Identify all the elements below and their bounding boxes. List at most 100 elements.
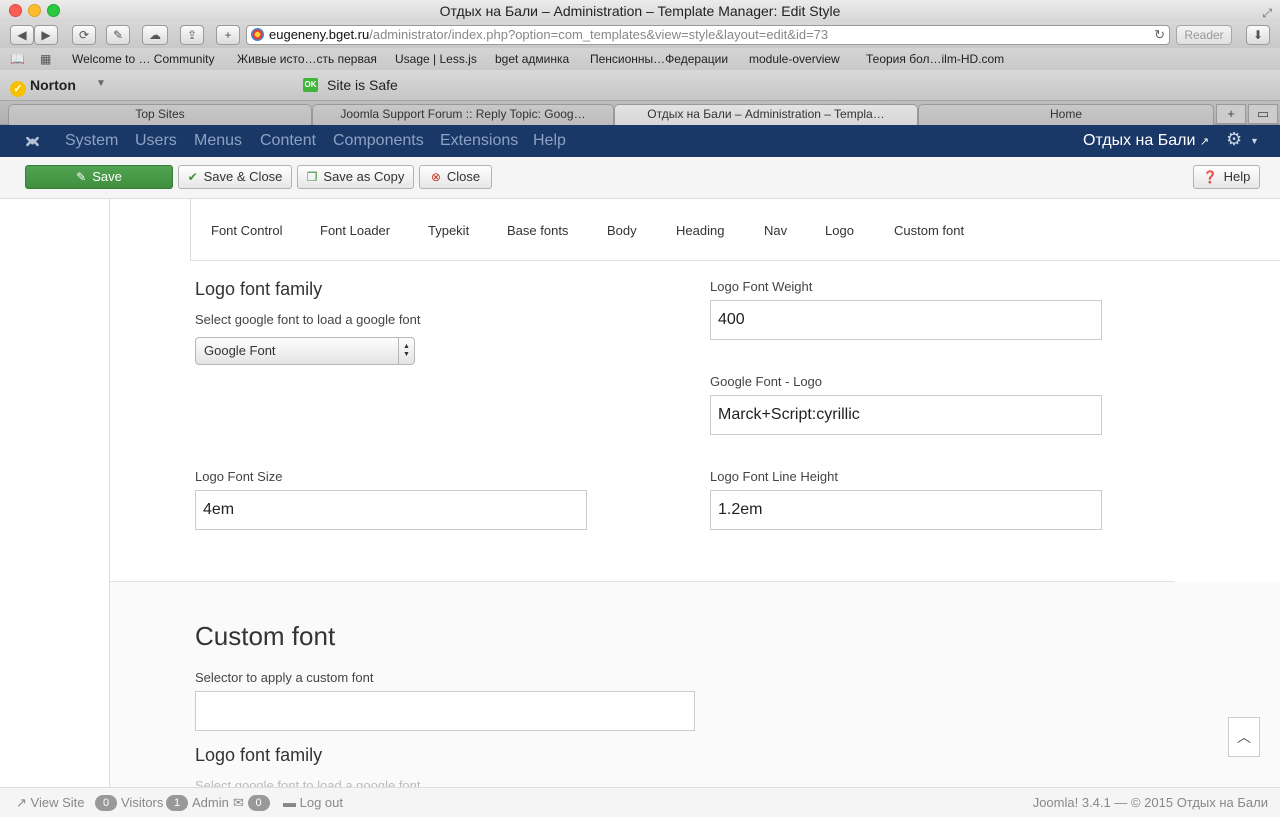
admin-indicator[interactable]: 1 Admin	[166, 788, 229, 817]
messages-count-badge: 0	[247, 795, 270, 811]
messages-indicator[interactable]: ✉ 0	[233, 788, 274, 817]
logo-family-description: Select google font to load a google font	[195, 312, 421, 327]
forward-button[interactable]: ▶	[34, 25, 58, 45]
new-tab-plus-icon[interactable]: +	[216, 25, 240, 45]
bookmark-item[interactable]: Welcome to … Community	[72, 48, 214, 70]
share-icon[interactable]: ⇪	[180, 25, 204, 45]
logo-line-height-input[interactable]: 1.2em	[710, 490, 1102, 530]
nav-extensions[interactable]: Extensions	[440, 125, 518, 157]
new-tab-icon[interactable]: +	[1216, 104, 1246, 124]
browser-tabs: Top Sites Joomla Support Forum :: Reply …	[0, 101, 1280, 125]
nav-help[interactable]: Help	[533, 125, 566, 157]
admin-navbar: System Users Menus Content Components Ex…	[0, 125, 1280, 157]
window-title-bar: Отдых на Бали – Administration – Templat…	[0, 0, 1280, 22]
nav-menus[interactable]: Menus	[194, 125, 242, 157]
logo-size-input[interactable]: 4em	[195, 490, 587, 530]
tab-nav[interactable]: Nav	[764, 199, 787, 263]
window-title: Отдых на Бали – Administration – Templat…	[439, 3, 841, 19]
tab-font-loader[interactable]: Font Loader	[320, 199, 390, 263]
visitors-indicator[interactable]: 0 Visitors	[95, 788, 163, 817]
scroll-to-top-button[interactable]: ︿	[1228, 717, 1260, 757]
action-toolbar: ✎ Save ✔ Save & Close ❐ Save as Copy ⊗ Close…	[0, 157, 1280, 199]
logo-weight-input[interactable]: 400	[710, 300, 1102, 340]
tab-font-control[interactable]: Font Control	[211, 199, 283, 263]
bookmark-item[interactable]: module-overview	[749, 48, 840, 70]
site-name-link[interactable]: Отдых на Бали ↗	[1083, 125, 1209, 158]
tab-base-fonts[interactable]: Base fonts	[507, 199, 568, 263]
site-safe-text: Site is Safe	[327, 77, 398, 93]
norton-toolbar: ✓ Norton ▼ OK Site is Safe	[0, 70, 1280, 101]
chevron-down-icon[interactable]: ▼	[1250, 136, 1259, 146]
tab-heading[interactable]: Heading	[676, 199, 724, 263]
window-zoom-button[interactable]	[47, 4, 60, 17]
google-font-logo-input[interactable]: Marck+Script:cyrillic	[710, 395, 1102, 435]
visitors-count-badge: 0	[95, 795, 117, 811]
norton-logo[interactable]: ✓ Norton	[10, 77, 76, 97]
joomla-logo-icon[interactable]	[24, 133, 41, 150]
window-close-button[interactable]	[9, 4, 22, 17]
minus-icon: ▬	[283, 795, 296, 810]
top-sites-grid-icon[interactable]: ▦	[40, 48, 51, 70]
copy-icon: ❐	[306, 170, 318, 184]
tab-custom-font[interactable]: Custom font	[894, 199, 964, 263]
browser-tab-active[interactable]: Отдых на Бали – Administration – Templa…	[614, 104, 918, 125]
save-button[interactable]: ✎ Save	[25, 165, 173, 189]
google-font-logo-label: Google Font - Logo	[710, 374, 823, 389]
address-bar[interactable]: eugeneny.bget.ru/administrator/index.php…	[246, 25, 1170, 45]
bookmark-item[interactable]: Пенсионны…Федерации	[590, 48, 728, 70]
back-button[interactable]: ◀	[10, 25, 34, 45]
save-close-button[interactable]: ✔ Save & Close	[178, 165, 292, 189]
question-icon: ❓	[1202, 170, 1218, 184]
help-button[interactable]: ❓ Help	[1193, 165, 1260, 189]
logo-family-select[interactable]: Google Font ▲ ▼	[195, 337, 415, 365]
close-circle-icon: ⊗	[430, 170, 441, 184]
nav-system[interactable]: System	[65, 125, 118, 157]
tab-overview-icon[interactable]: ▭	[1248, 104, 1278, 124]
site-favicon-icon	[251, 28, 264, 41]
norton-dropdown-icon[interactable]: ▼	[96, 78, 106, 89]
nav-content[interactable]: Content	[260, 125, 316, 157]
custom-font-heading: Custom font	[195, 621, 336, 651]
reader-button[interactable]: Reader	[1176, 25, 1232, 45]
logo-family-selected-value: Google Font	[204, 343, 276, 358]
address-path: /administrator/index.php?option=com_temp…	[369, 27, 829, 42]
view-site-link[interactable]: ↗ View Site	[16, 788, 85, 817]
close-button[interactable]: ⊗ Close	[419, 165, 492, 189]
bookmark-item[interactable]: Теория бол…ilm-HD.com	[866, 48, 1004, 70]
bookmarks-book-icon[interactable]: 📖	[10, 48, 25, 70]
check-icon: ✔	[187, 170, 198, 184]
downloads-icon[interactable]: ⬇	[1246, 25, 1270, 45]
save-as-copy-button[interactable]: ❐ Save as Copy	[297, 165, 414, 189]
edit-icon: ✎	[76, 170, 87, 184]
tab-typekit[interactable]: Typekit	[428, 199, 469, 263]
admin-count-badge: 1	[166, 795, 188, 811]
browser-toolbar: ◀ ▶ ⟳ ✎ ☁ ⇪ + eugeneny.bget.ru/administr…	[0, 22, 1280, 48]
browser-tab[interactable]: Joomla Support Forum :: Reply Topic: Goo…	[312, 104, 614, 125]
history-icon[interactable]: ⟳	[72, 25, 96, 45]
reload-icon[interactable]: ↻	[1154, 26, 1165, 44]
bookmarks-bar: 📖 ▦ Welcome to … Community Живые исто…ст…	[0, 48, 1280, 70]
main-content: Font Control Font Loader Typekit Base fo…	[110, 199, 1280, 787]
fullscreen-icon[interactable]: ⤢	[1262, 2, 1272, 24]
cloud-icon[interactable]: ☁	[142, 25, 168, 45]
bookmark-item[interactable]: bget админка	[495, 48, 569, 70]
nav-users[interactable]: Users	[135, 125, 177, 157]
logout-link[interactable]: ▬ Log out	[283, 788, 343, 817]
nav-components[interactable]: Components	[333, 125, 424, 157]
bookmark-item[interactable]: Живые исто…сть первая	[237, 48, 377, 70]
logo-weight-label: Logo Font Weight	[710, 279, 813, 294]
bookmark-item[interactable]: Usage | Less.js	[395, 48, 477, 70]
custom-selector-input[interactable]	[195, 691, 695, 731]
custom-logo-family-heading: Logo font family	[195, 745, 323, 765]
footer-copyright: Joomla! 3.4.1 — © 2015 Отдых на Бали	[1032, 795, 1268, 810]
gear-icon[interactable]: ⚙	[1226, 129, 1242, 150]
browser-tab[interactable]: Top Sites	[8, 104, 312, 125]
tab-logo[interactable]: Logo	[825, 199, 854, 263]
reading-list-icon[interactable]: ✎	[106, 25, 130, 45]
custom-logo-family-description: Select google font to load a google font	[195, 778, 421, 787]
window-minimize-button[interactable]	[28, 4, 41, 17]
tab-body[interactable]: Body	[607, 199, 637, 263]
sidebar	[0, 199, 110, 787]
chevron-up-icon: ︿	[1237, 729, 1251, 745]
browser-tab[interactable]: Home	[918, 104, 1214, 125]
